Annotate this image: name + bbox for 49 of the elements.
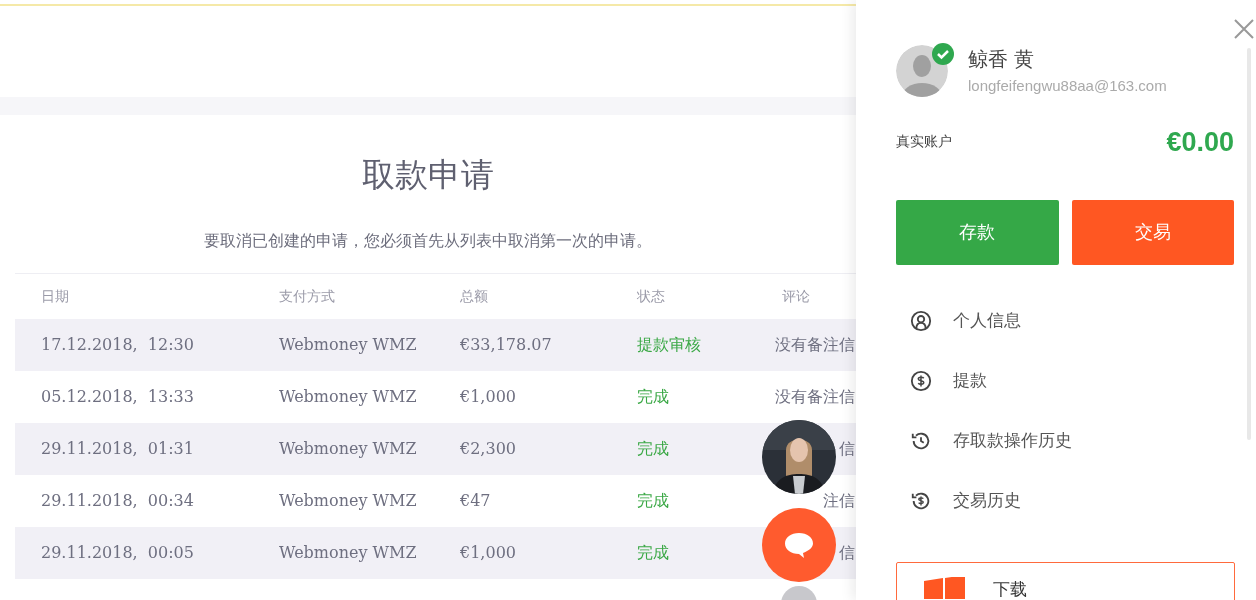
method-cell-text: Webmoney WMZ: [279, 490, 418, 512]
method-cell-text: Webmoney WMZ: [279, 438, 418, 460]
column-header: 支付方式: [279, 287, 336, 306]
status-cell-text: 提款审核: [637, 334, 702, 356]
column-header: 日期: [41, 287, 70, 306]
user-icon: [910, 310, 932, 332]
column-header: 状态: [637, 287, 666, 306]
close-icon: [1232, 17, 1256, 41]
windows-icon: [924, 577, 965, 599]
column-header: 总额: [460, 287, 489, 306]
dollar-circle-icon: [910, 370, 932, 392]
amount-cell-text: €1,000: [460, 542, 517, 564]
method-cell-text: Webmoney WMZ: [279, 542, 418, 564]
comment-cell-text: 信: [839, 542, 855, 564]
history-icon: [910, 430, 932, 452]
account-label: 真实账户: [896, 132, 952, 152]
download-button[interactable]: 下载: [896, 562, 1235, 600]
date-cell-text: 05.12.2018, 13:33: [41, 386, 195, 408]
menu-item[interactable]: 个人信息: [896, 291, 1234, 351]
comment-cell-text: 没有备注信: [775, 386, 855, 408]
date-cell-text: 17.12.2018, 12:30: [41, 334, 195, 356]
amount-cell-text: €33,178.07: [460, 334, 553, 356]
balance-amount: €0.00: [1166, 125, 1234, 159]
status-cell-text: 完成: [637, 490, 670, 512]
user-email: longfeifengwu88aa@163.com: [968, 76, 1167, 96]
status-cell-text: 完成: [637, 386, 670, 408]
dollar-history-icon: [910, 490, 932, 512]
date-cell-text: 29.11.2018, 00:05: [41, 542, 195, 564]
chat-icon: [783, 531, 815, 559]
date-cell-text: 29.11.2018, 01:31: [41, 438, 195, 460]
comment-cell-text: 注信: [823, 490, 855, 512]
method-cell-text: Webmoney WMZ: [279, 334, 418, 356]
close-button[interactable]: [1232, 17, 1256, 41]
menu-item[interactable]: 存取款操作历史: [896, 411, 1234, 471]
comment-cell-text: 没有备注信: [775, 334, 855, 356]
status-cell-text: 完成: [637, 438, 670, 460]
menu-item[interactable]: 交易历史: [896, 471, 1234, 531]
amount-cell-text: €2,300: [460, 438, 517, 460]
method-cell-text: Webmoney WMZ: [279, 386, 418, 408]
notice-text: 要取消已创建的申请，您必须首先从列表中取消第一次的申请。: [204, 230, 652, 252]
status-cell-text: 完成: [637, 542, 670, 564]
amount-cell-text: €1,000: [460, 386, 517, 408]
page-title: 取款申请: [362, 154, 494, 196]
column-header: 评论: [782, 287, 810, 306]
amount-cell-text: €47: [460, 490, 492, 512]
date-cell-text: 29.11.2018, 00:34: [41, 490, 195, 512]
user-name: 鲸香 黄: [968, 47, 1035, 72]
menu-item[interactable]: 提款: [896, 351, 1234, 411]
comment-cell-text: 信: [839, 438, 855, 460]
